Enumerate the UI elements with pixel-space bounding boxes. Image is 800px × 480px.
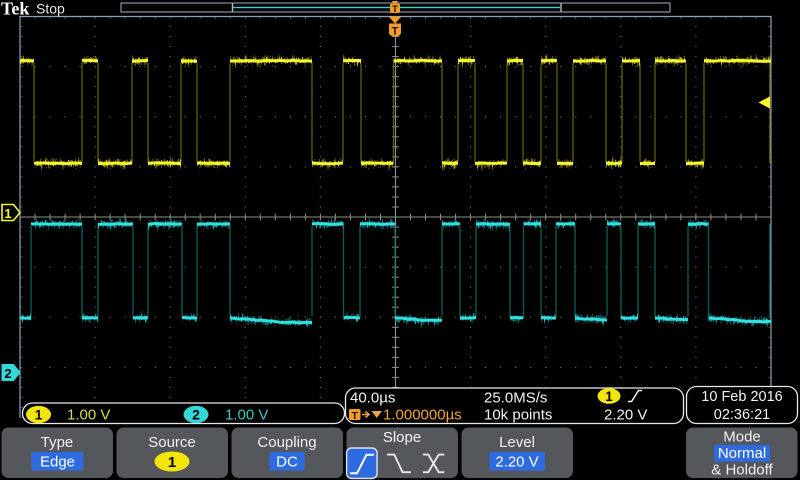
svg-text:Level: Level xyxy=(499,434,535,451)
svg-text:10 Feb 2016: 10 Feb 2016 xyxy=(701,389,782,405)
svg-text:DC: DC xyxy=(276,454,298,471)
svg-text:1: 1 xyxy=(168,454,176,471)
svg-text:Source: Source xyxy=(148,434,196,451)
svg-text:Coupling: Coupling xyxy=(257,434,316,451)
svg-text:10k points: 10k points xyxy=(484,407,552,424)
svg-text:T: T xyxy=(392,4,398,15)
svg-text:1.00 V: 1.00 V xyxy=(67,407,110,424)
svg-text:T: T xyxy=(351,410,358,422)
svg-text:2: 2 xyxy=(4,366,11,381)
svg-text:1: 1 xyxy=(4,206,11,221)
svg-text:1: 1 xyxy=(35,407,43,423)
svg-text:2: 2 xyxy=(192,407,200,423)
svg-text:25.0MS/s: 25.0MS/s xyxy=(484,390,547,407)
svg-text:02:36:21: 02:36:21 xyxy=(714,407,770,423)
svg-text:Slope: Slope xyxy=(383,429,421,446)
svg-text:Mode: Mode xyxy=(723,429,761,446)
svg-text:40.0µs: 40.0µs xyxy=(350,390,395,407)
svg-text:T: T xyxy=(392,26,399,38)
svg-text:& Holdoff: & Holdoff xyxy=(711,462,773,479)
svg-text:Edge: Edge xyxy=(40,454,75,471)
svg-text:2.20 V: 2.20 V xyxy=(604,407,647,424)
svg-text:Type: Type xyxy=(41,434,74,451)
svg-text:1.00 V: 1.00 V xyxy=(225,407,268,424)
svg-text:2.20 V: 2.20 V xyxy=(495,454,538,471)
svg-text:Normal: Normal xyxy=(718,445,766,462)
svg-text:1.000000µs: 1.000000µs xyxy=(383,407,462,424)
svg-text:Stop: Stop xyxy=(36,1,65,17)
svg-text:1: 1 xyxy=(605,389,613,404)
svg-text:Tek: Tek xyxy=(1,0,29,19)
